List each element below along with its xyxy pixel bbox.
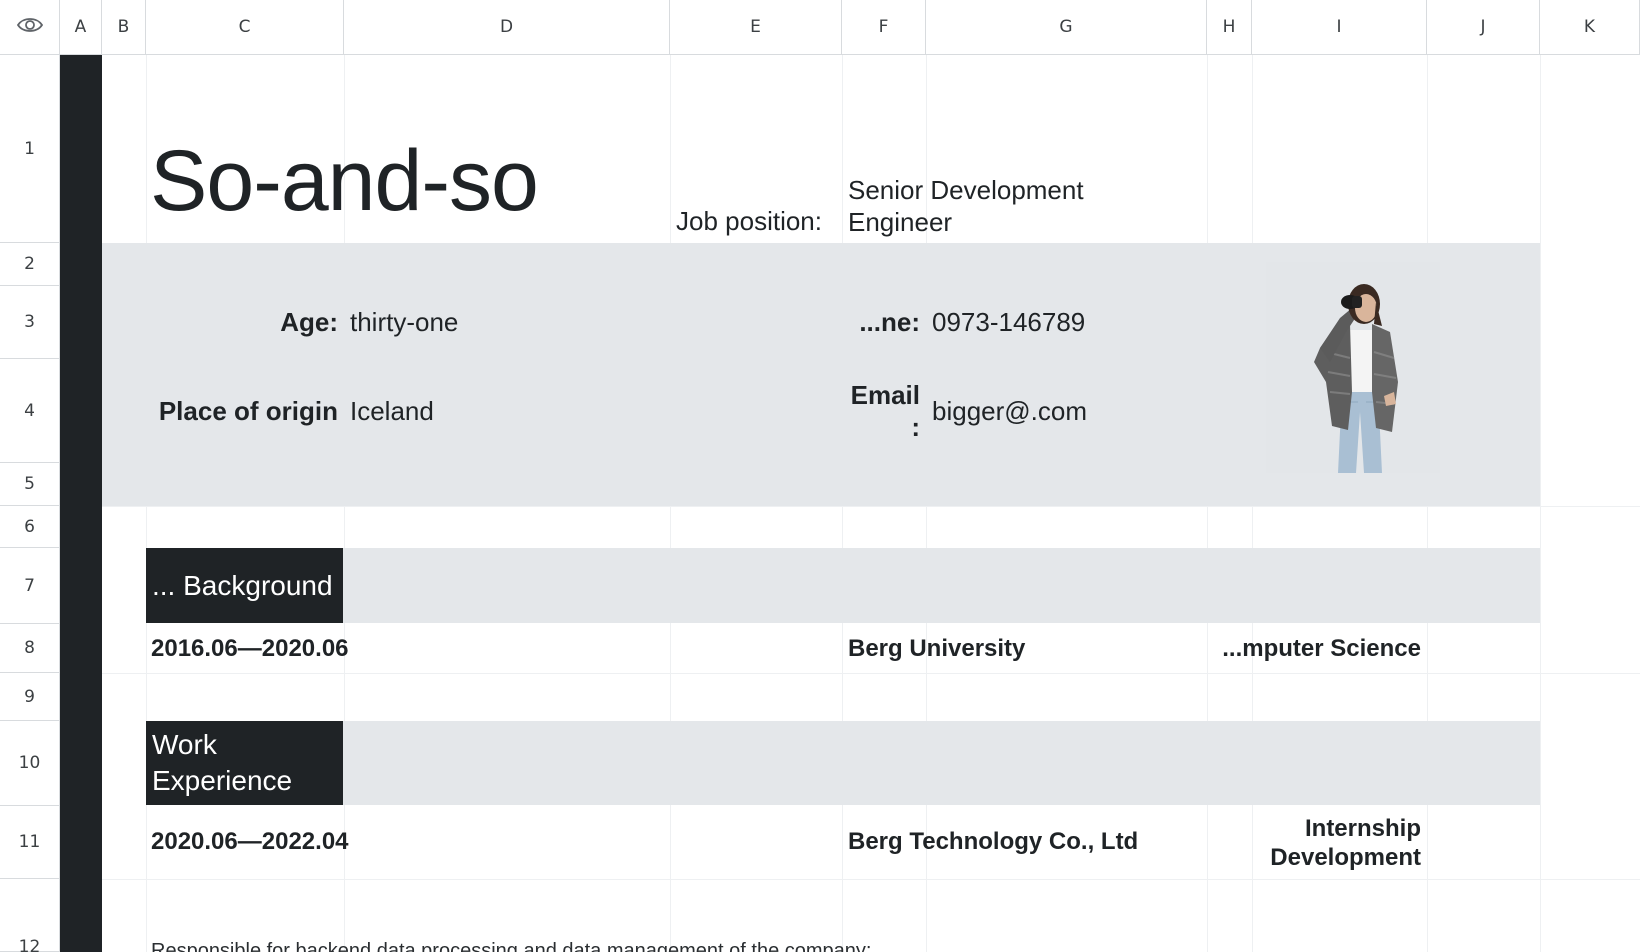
age-value[interactable]: thirty-one — [350, 307, 458, 338]
work-role-line1: Internship — [1304, 815, 1421, 842]
row-header-9[interactable]: 9 — [0, 673, 60, 721]
row-header-3[interactable]: 3 — [0, 286, 60, 359]
job-position-label[interactable]: Job position: — [676, 206, 822, 237]
column-header-g[interactable]: G — [926, 0, 1207, 55]
column-a-fill — [60, 55, 102, 952]
education-section-header[interactable]: ... Background — [146, 548, 343, 623]
column-header-h[interactable]: H — [1207, 0, 1252, 55]
origin-label[interactable]: Place of origin — [150, 396, 338, 427]
row-header-8[interactable]: 8 — [0, 624, 60, 673]
phone-label[interactable]: ...ne: — [846, 307, 920, 338]
phone-value[interactable]: 0973-146789 — [932, 307, 1085, 338]
work-band — [146, 721, 1540, 805]
eye-icon[interactable] — [16, 16, 43, 39]
column-header-e[interactable]: E — [670, 0, 842, 55]
age-label[interactable]: Age: — [150, 307, 338, 338]
work-role-line2: Development — [1270, 844, 1421, 871]
work-dates[interactable]: 2020.06—2022.04 — [151, 828, 349, 856]
column-header-c[interactable]: C — [146, 0, 344, 55]
work-section-header[interactable]: Work Experience — [146, 721, 343, 805]
row-header-10[interactable]: 10 — [0, 721, 60, 806]
email-label-colon: : — [911, 412, 920, 442]
row-header-11[interactable]: 11 — [0, 806, 60, 879]
column-header-k[interactable]: K — [1540, 0, 1640, 55]
column-header-a[interactable]: A — [60, 0, 102, 55]
education-school[interactable]: Berg University — [848, 635, 1025, 663]
origin-value[interactable]: Iceland — [350, 396, 434, 427]
work-role[interactable]: Internship Development — [1207, 814, 1421, 872]
column-header-f[interactable]: F — [842, 0, 926, 55]
row-header-6[interactable]: 6 — [0, 506, 60, 548]
spreadsheet: A B C D E F G H I J K 1 2 3 4 5 6 7 8 9 … — [0, 0, 1640, 952]
column-header-i[interactable]: I — [1252, 0, 1427, 55]
email-value[interactable]: bigger@.com — [932, 396, 1087, 427]
education-major[interactable]: ...mputer Science — [1207, 635, 1421, 663]
work-section-title-line2: Experience — [152, 765, 293, 796]
row-header-12-label: 12 — [18, 937, 41, 952]
education-section-title: ... Background — [152, 569, 333, 601]
corner-cell[interactable] — [0, 0, 60, 55]
column-header-j[interactable]: J — [1427, 0, 1540, 55]
row-header-7[interactable]: 7 — [0, 548, 60, 624]
work-section-title-line1: Work — [152, 729, 217, 760]
email-label[interactable]: Email — [846, 380, 920, 411]
job-position-value[interactable]: Senior Development Engineer — [848, 174, 1148, 238]
row-header-2[interactable]: 2 — [0, 243, 60, 286]
row-header-5[interactable]: 5 — [0, 463, 60, 506]
work-company[interactable]: Berg Technology Co., Ltd — [848, 828, 1138, 856]
row-header-4[interactable]: 4 — [0, 359, 60, 463]
column-header-d[interactable]: D — [344, 0, 670, 55]
education-dates[interactable]: 2016.06—2020.06 — [151, 635, 349, 663]
row-header-12[interactable]: 12 — [0, 879, 60, 952]
work-description[interactable]: Responsible for backend data processing … — [151, 940, 871, 952]
profile-photo[interactable] — [1266, 262, 1440, 473]
education-band — [146, 548, 1540, 623]
column-header-b[interactable]: B — [102, 0, 146, 55]
candidate-name[interactable]: So-and-so — [150, 132, 539, 231]
row-header-1[interactable]: 1 — [0, 55, 60, 243]
